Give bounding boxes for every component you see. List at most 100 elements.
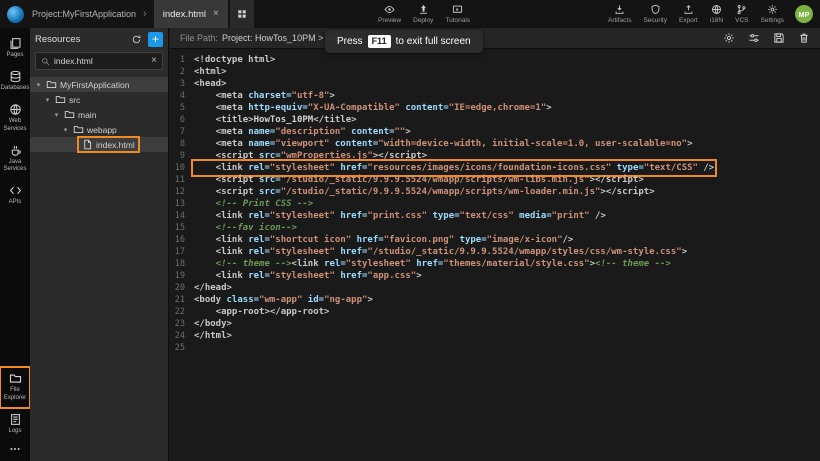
code-line-2[interactable]: 2<html> <box>170 66 820 78</box>
wavemaker-logo-icon[interactable] <box>7 6 24 23</box>
delete-icon[interactable] <box>798 32 810 44</box>
code-text: <link rel="stylesheet" href="/studio/_st… <box>194 246 687 258</box>
code-line-3[interactable]: 3<head> <box>170 78 820 90</box>
user-avatar[interactable]: MP <box>795 5 813 23</box>
sidebar-item-web-services[interactable]: Web Services <box>1 99 29 137</box>
sidebar-item-logs[interactable]: Logs <box>1 409 29 440</box>
sidebar-item-databases[interactable]: Databases <box>1 66 29 97</box>
code-lines: 1<!doctype html>2<html>3<head>4 <meta ch… <box>170 49 820 354</box>
code-line-5[interactable]: 5 <meta http-equiv="X-UA-Compatible" con… <box>170 102 820 114</box>
line-number: 16 <box>170 234 194 246</box>
shield-icon <box>650 4 661 15</box>
code-line-15[interactable]: 15 <!--fav icon--> <box>170 222 820 234</box>
code-line-1[interactable]: 1<!doctype html> <box>170 54 820 66</box>
line-number: 10 <box>170 162 194 174</box>
line-number: 13 <box>170 198 194 210</box>
code-line-19[interactable]: 19 <link rel="stylesheet" href="app.css"… <box>170 270 820 282</box>
topbar-action-label: Export <box>679 17 698 24</box>
code-line-16[interactable]: 16 <link rel="shortcut icon" href="favic… <box>170 234 820 246</box>
tree-item-webapp[interactable]: ▾ webapp <box>30 122 168 137</box>
expand-arrow-icon[interactable]: ▾ <box>61 126 70 134</box>
line-number: 18 <box>170 258 194 270</box>
file-path-label: File Path: <box>180 33 218 43</box>
expand-arrow-icon[interactable]: ▾ <box>52 111 61 119</box>
tree-item-content: index.html <box>79 138 138 151</box>
grid-icon <box>237 9 247 19</box>
code-line-9[interactable]: 9 <script src="wmProperties.js"></script… <box>170 150 820 162</box>
expand-arrow-icon[interactable]: ▾ <box>34 81 43 89</box>
code-line-7[interactable]: 7 <meta name="description" content=""> <box>170 126 820 138</box>
code-line-8[interactable]: 8 <meta name="viewport" content="width=d… <box>170 138 820 150</box>
code-line-14[interactable]: 14 <link rel="stylesheet" href="print.cs… <box>170 210 820 222</box>
topbar-action-tutorials[interactable]: Tutorials <box>445 4 470 24</box>
tree-item-src[interactable]: ▾src <box>30 92 168 107</box>
topbar-action-export[interactable]: Export <box>679 4 698 24</box>
code-line-20[interactable]: 20</head> <box>170 282 820 294</box>
editor-settings-icon[interactable] <box>723 32 735 44</box>
refresh-icon[interactable] <box>131 34 142 45</box>
topbar-action-deploy[interactable]: Deploy <box>413 4 433 24</box>
add-resource-button[interactable]: + <box>148 32 163 47</box>
topbar-action-artifacts[interactable]: Artifacts <box>608 4 631 24</box>
line-number: 5 <box>170 102 194 114</box>
code-text: <script src="/studio/_static/9.9.9.5524/… <box>194 186 655 198</box>
line-number: 14 <box>170 210 194 222</box>
expand-arrow-icon[interactable]: ▾ <box>43 96 52 104</box>
tree-item-main[interactable]: ▾main <box>30 107 168 122</box>
more-options-button[interactable] <box>1 440 29 458</box>
sidebar-item-file-explorer[interactable]: File Explorer <box>1 368 29 406</box>
tab-index-html[interactable]: index.html × <box>154 0 228 28</box>
code-text: <app-root></app-root> <box>194 306 329 318</box>
sidebar-item-label: Logs <box>8 428 21 435</box>
sidebar-item-apis[interactable]: APIs <box>1 180 29 211</box>
code-line-23[interactable]: 23</body> <box>170 318 820 330</box>
layout-grid-button[interactable] <box>230 0 254 28</box>
search-input[interactable] <box>54 56 147 66</box>
code-line-21[interactable]: 21<body class="wm-app" id="ng-app"> <box>170 294 820 306</box>
code-line-17[interactable]: 17 <link rel="stylesheet" href="/studio/… <box>170 246 820 258</box>
globe-icon <box>9 103 22 116</box>
more-icon <box>9 443 21 455</box>
code-line-18[interactable]: 18 <!-- theme --><link rel="stylesheet" … <box>170 258 820 270</box>
clear-search-icon[interactable]: × <box>151 56 157 66</box>
code-text: <script src="wmProperties.js"></script> <box>194 150 427 162</box>
f11-key: F11 <box>368 35 391 48</box>
code-line-4[interactable]: 4 <meta charset="utf-8"> <box>170 90 820 102</box>
project-name: Project:MyFirstApplication <box>32 9 136 19</box>
tree-item-content: webapp <box>70 123 120 136</box>
topbar-action-settings[interactable]: Settings <box>761 4 785 24</box>
tab-label: index.html <box>163 9 206 20</box>
sidebar-item-pages[interactable]: Pages <box>1 33 29 64</box>
tab-close-icon[interactable]: × <box>213 9 219 19</box>
folder-icon <box>46 79 57 90</box>
topbar-action-i18n[interactable]: i18N <box>710 4 723 24</box>
notification-text-suffix: to exit full screen <box>396 36 471 47</box>
code-line-10[interactable]: 10 <link rel="stylesheet" href="resource… <box>170 162 820 174</box>
line-number: 22 <box>170 306 194 318</box>
tree-item-index-html[interactable]: index.html <box>30 137 168 152</box>
folder-icon <box>64 109 75 120</box>
code-line-12[interactable]: 12 <script src="/studio/_static/9.9.9.55… <box>170 186 820 198</box>
sidebar-item-label: File Explorer <box>1 387 29 401</box>
line-number: 12 <box>170 186 194 198</box>
code-line-24[interactable]: 24</html> <box>170 330 820 342</box>
sidebar-item-label: Java Services <box>1 159 29 173</box>
line-number: 2 <box>170 66 194 78</box>
code-line-11[interactable]: 11 <script src="/studio/_static/9.9.9.55… <box>170 174 820 186</box>
tree-item-label: webapp <box>87 125 117 135</box>
code-line-6[interactable]: 6 <title>HowTos_10PM</title> <box>170 114 820 126</box>
sidebar-item-java-services[interactable]: Java Services <box>1 140 29 178</box>
editor-preferences-icon[interactable] <box>748 32 760 44</box>
topbar-action-vcs[interactable]: VCS <box>735 4 748 24</box>
code-line-22[interactable]: 22 <app-root></app-root> <box>170 306 820 318</box>
save-icon[interactable] <box>773 32 785 44</box>
code-text: <body class="wm-app" id="ng-app"> <box>194 294 373 306</box>
line-number: 7 <box>170 126 194 138</box>
topbar-action-security[interactable]: Security <box>643 4 666 24</box>
topbar-action-preview[interactable]: Preview <box>378 4 401 24</box>
code-line-25[interactable]: 25 <box>170 342 820 354</box>
topbar-action-label: Deploy <box>413 17 433 24</box>
tree-item-myfirstapplication[interactable]: ▾MyFirstApplication <box>30 77 168 92</box>
line-number: 9 <box>170 150 194 162</box>
code-line-13[interactable]: 13 <!-- Print CSS --> <box>170 198 820 210</box>
